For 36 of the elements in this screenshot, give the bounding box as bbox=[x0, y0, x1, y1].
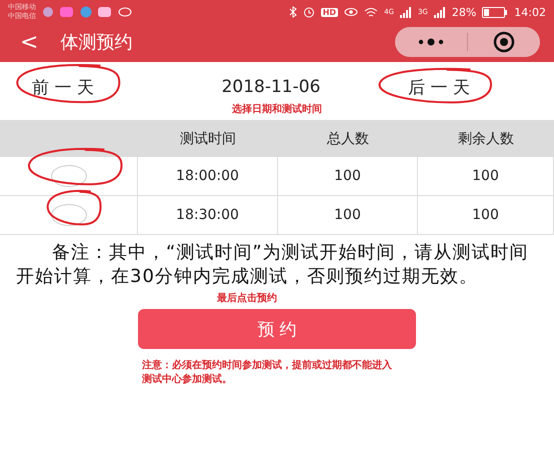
previous-day-button[interactable]: 前 一 天 bbox=[32, 76, 94, 98]
page-title: 体测预约 bbox=[60, 31, 134, 54]
alarm-icon bbox=[302, 6, 315, 18]
hint-text: 最后点击预约 bbox=[217, 293, 277, 304]
table-cell: 18:00:00 bbox=[138, 157, 278, 196]
column-header: 总人数 bbox=[278, 120, 418, 157]
app-icon bbox=[42, 6, 54, 18]
wifi-icon bbox=[364, 6, 378, 18]
signal-icon bbox=[434, 6, 446, 18]
reserve-button[interactable]: 预 约 bbox=[138, 309, 416, 349]
bluetooth-icon bbox=[288, 6, 297, 18]
app-icon bbox=[80, 6, 92, 18]
more-icon[interactable] bbox=[418, 38, 444, 46]
battery-icon bbox=[482, 6, 508, 18]
column-header: 测试时间 bbox=[138, 120, 278, 157]
signal-icon bbox=[400, 6, 412, 18]
current-date: 2018-11-06 bbox=[222, 77, 320, 97]
radio-button[interactable] bbox=[50, 204, 86, 226]
close-icon[interactable] bbox=[493, 31, 515, 53]
column-header: 剩余人数 bbox=[418, 120, 554, 157]
radio-button[interactable] bbox=[50, 165, 86, 187]
app-icon bbox=[98, 6, 112, 18]
warning-text: 注意：必须在预约时间参加测试，提前或过期都不能进入测试中心参加测试。 bbox=[142, 359, 392, 387]
clock-time: 14:02 bbox=[514, 6, 546, 18]
table-cell: 100 bbox=[418, 157, 554, 196]
table-cell: 18:30:00 bbox=[138, 196, 278, 235]
back-button[interactable]: < bbox=[20, 30, 38, 54]
app-icon bbox=[60, 6, 74, 18]
table-cell: 100 bbox=[278, 157, 418, 196]
hd-badge: HD bbox=[320, 8, 338, 16]
hint-text: 选择日期和测试时间 bbox=[232, 104, 322, 115]
note-text: 备注：其中，“测试时间”为测试开始时间，请从测试时间开始计算，在30分钟内完成测试，否则预约过期无效。 bbox=[16, 241, 530, 289]
table-cell: 100 bbox=[278, 196, 418, 235]
next-day-button[interactable]: 后 一 天 bbox=[408, 76, 470, 98]
battery-percent: 28% bbox=[452, 6, 476, 18]
table-cell: 100 bbox=[418, 196, 554, 235]
